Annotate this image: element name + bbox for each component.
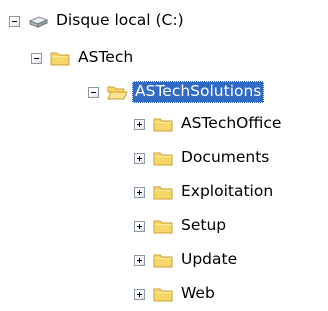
folder-icon <box>49 49 71 67</box>
folder-icon <box>152 285 174 303</box>
tree-node-astech[interactable]: ASTech <box>31 45 136 71</box>
folder-tree: Disque local (C:) ASTech ASTechSolutions <box>0 0 328 311</box>
tree-node-local-disk[interactable]: Disque local (C:) <box>9 8 187 34</box>
tree-node-documents[interactable]: Documents <box>134 145 272 171</box>
folder-icon <box>152 115 174 133</box>
open-folder-icon <box>106 83 128 101</box>
tree-node-label[interactable]: Update <box>178 249 240 271</box>
tree-node-exploitation[interactable]: Exploitation <box>134 179 276 205</box>
expand-toggle-icon[interactable] <box>134 220 145 232</box>
collapse-toggle-icon[interactable] <box>88 86 99 98</box>
expand-toggle-icon[interactable] <box>134 288 145 300</box>
tree-node-label[interactable]: Documents <box>178 147 272 169</box>
folder-icon <box>152 217 174 235</box>
tree-node-update[interactable]: Update <box>134 247 240 273</box>
tree-node-astechsolutions[interactable]: ASTechSolutions <box>88 79 265 105</box>
folder-icon <box>152 183 174 201</box>
tree-node-label[interactable]: Exploitation <box>178 181 276 203</box>
collapse-toggle-icon[interactable] <box>9 15 20 27</box>
tree-node-setup[interactable]: Setup <box>134 213 229 239</box>
expand-toggle-icon[interactable] <box>134 254 145 266</box>
tree-node-web[interactable]: Web <box>134 281 218 307</box>
tree-node-label[interactable]: Web <box>178 283 218 305</box>
expand-toggle-icon[interactable] <box>134 186 145 198</box>
tree-node-label[interactable]: Disque local (C:) <box>53 10 187 32</box>
tree-node-label-selected[interactable]: ASTechSolutions <box>132 81 265 103</box>
expand-toggle-icon[interactable] <box>134 152 145 164</box>
hard-drive-icon <box>27 12 49 30</box>
tree-node-label[interactable]: ASTechOffice <box>178 113 284 135</box>
collapse-toggle-icon[interactable] <box>31 52 42 64</box>
tree-node-label[interactable]: Setup <box>178 215 229 237</box>
tree-node-astechoffice[interactable]: ASTechOffice <box>134 111 284 137</box>
tree-node-label[interactable]: ASTech <box>75 47 136 69</box>
folder-icon <box>152 251 174 269</box>
folder-icon <box>152 149 174 167</box>
expand-toggle-icon[interactable] <box>134 118 145 130</box>
